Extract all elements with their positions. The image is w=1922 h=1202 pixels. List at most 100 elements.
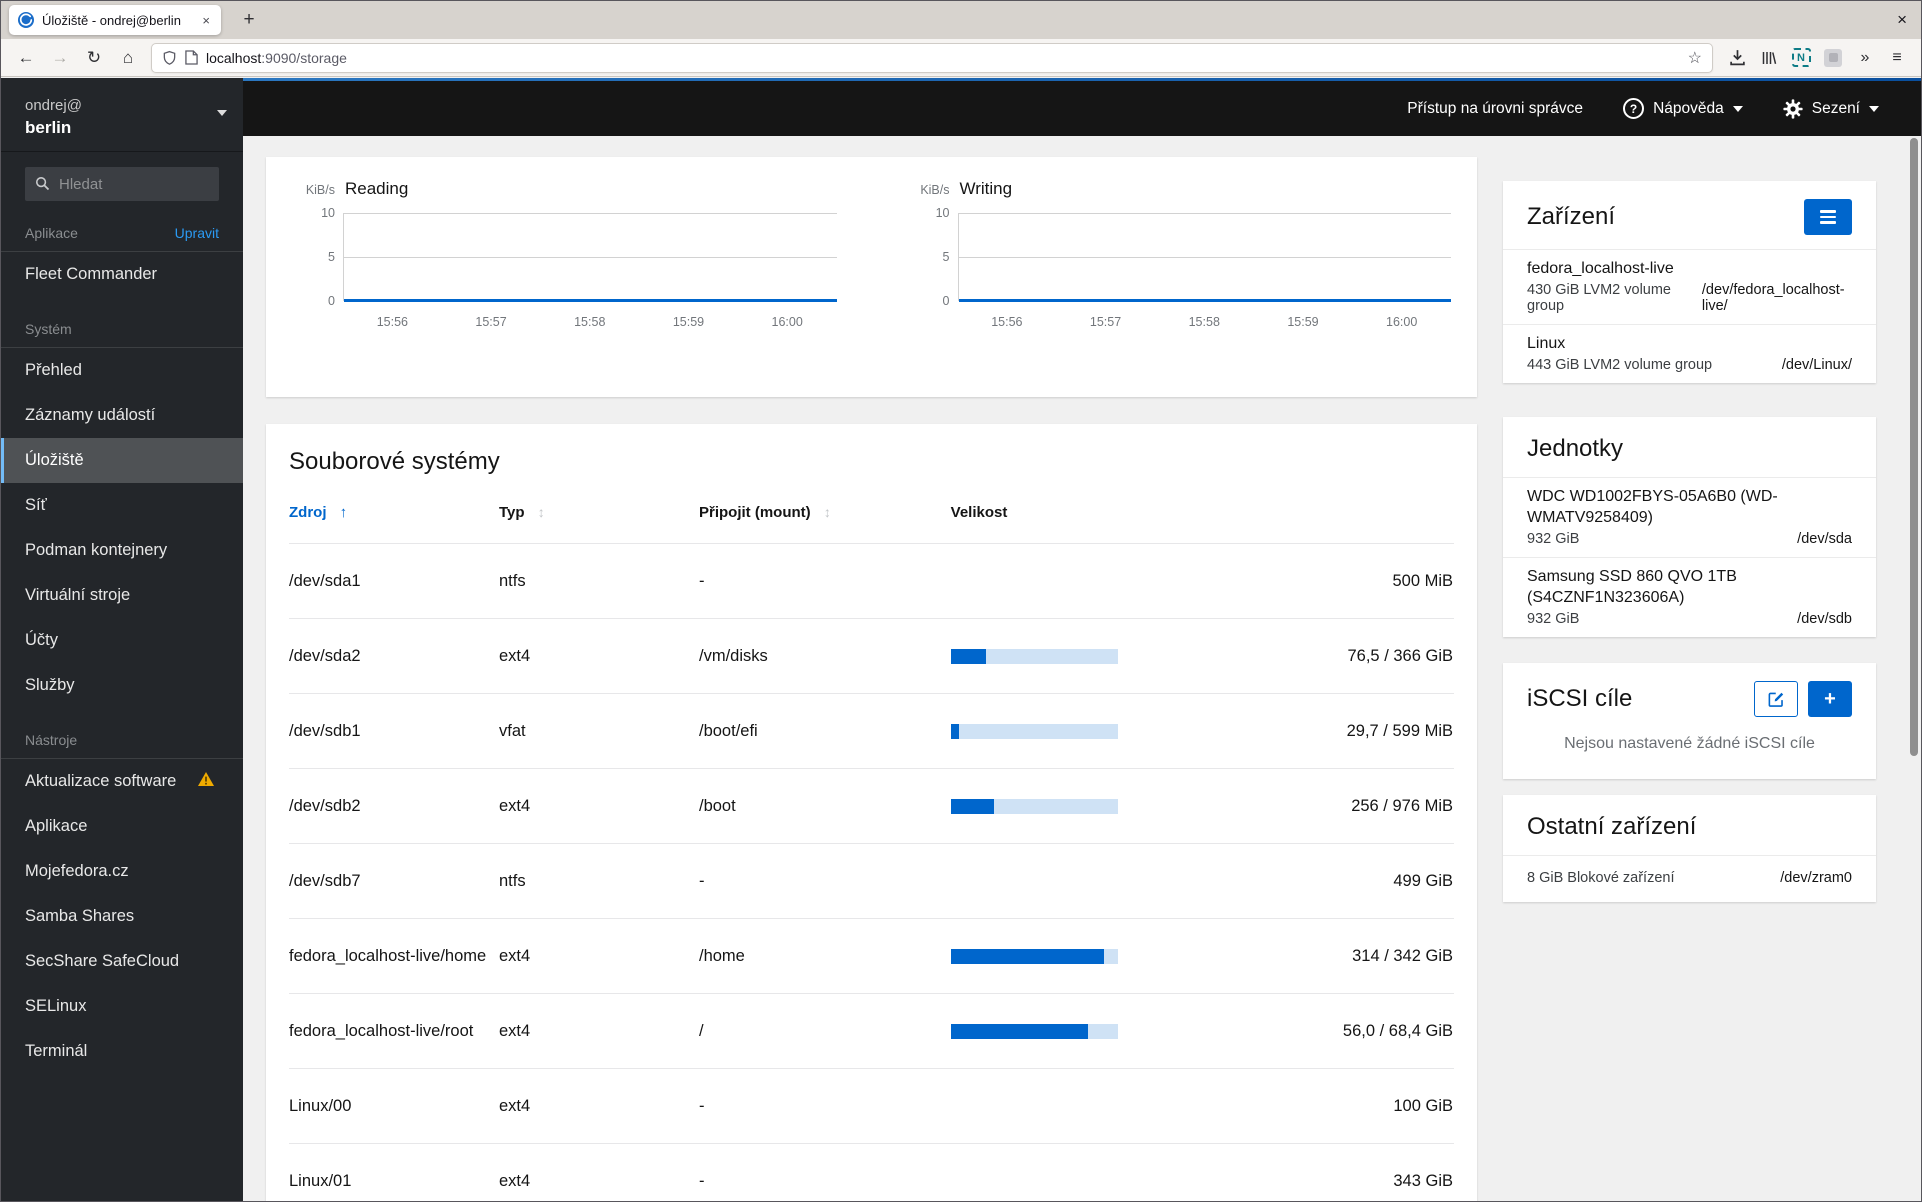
list-item[interactable]: 8 GiB Blokové zařízení /dev/zram0 [1503,855,1876,902]
filesystems-table-body: /dev/sda1 ntfs - 500 MiB /dev/sda2 ext4 … [289,543,1454,1201]
sidebar-item[interactable]: SecShare SafeCloud [1,939,243,984]
library-icon[interactable] [1755,44,1783,72]
nav-section: Systém Přehled Záznamy událostí Úložiště… [1,313,243,708]
edit-applications-link[interactable]: Upravit [175,225,219,241]
fs-source-cell: Linux/01 [289,1171,352,1190]
forward-icon[interactable]: → [45,43,75,73]
table-row[interactable]: /dev/sdb7 ntfs - 499 GiB [289,843,1454,919]
sidebar-item[interactable]: Mojefedora.cz [1,849,243,894]
device-path: /dev/zram0 [1780,870,1852,886]
gridline [344,213,837,214]
scrollbar-thumb[interactable] [1910,138,1918,756]
column-header[interactable]: Velikost [951,478,1454,544]
url-text[interactable]: localhost:9090/storage [206,50,1680,66]
table-row[interactable]: /dev/sdb1 vfat /boot/efi 29,7 / 599 MiB [289,693,1454,769]
sidebar-item[interactable]: Fleet Commander [1,252,243,297]
table-row[interactable]: Linux/01 ext4 - 343 GiB [289,1143,1454,1201]
devices-card-header: Zařízení [1503,181,1876,249]
download-icon[interactable] [1723,44,1751,72]
filesystems-card: Souborové systémy Zdroj ↑ Typ ↕ Připojit… [266,424,1477,1201]
scrollbar-track[interactable] [1908,136,1921,1201]
table-row[interactable]: /dev/sda2 ext4 /vm/disks 76,5 / 366 GiB [289,618,1454,694]
table-row[interactable]: fedora_localhost-live/root ext4 / 56,0 /… [289,993,1454,1069]
tab-close-icon[interactable]: × [200,13,212,28]
host-switcher[interactable]: ondrej@ berlin [1,78,243,152]
gear-icon [1783,98,1803,119]
usage-bar-fill [950,798,995,814]
list-item[interactable]: WDC WD1002FBYS-05A6B0 (WD-WMATV9258409) … [1503,477,1876,557]
column-header[interactable]: Zdroj ↑ [289,478,499,544]
list-item[interactable]: fedora_localhost-live 430 GiB LVM2 volum… [1503,249,1876,324]
list-item[interactable]: Linux 443 GiB LVM2 volume group /dev/Lin… [1503,324,1876,383]
fs-type-cell: vfat [499,721,526,740]
table-row[interactable]: Linux/00 ext4 - 100 GiB [289,1068,1454,1144]
iscsi-add-button[interactable]: + [1808,681,1852,717]
sidebar-item[interactable]: Aplikace [1,804,243,849]
fs-size-cell: 343 GiB [1393,1171,1453,1190]
url-path: :9090/storage [261,49,347,66]
fs-type-cell: ext4 [499,1096,531,1115]
session-menu[interactable]: Sezení [1783,98,1879,119]
fs-usage-cell [951,1069,1203,1144]
x-axis: 15:56 15:57 15:58 15:59 16:00 [907,315,1452,329]
column-header[interactable]: Typ ↕ [499,478,699,544]
toolbar-overflow-icon[interactable]: » [1851,44,1879,72]
noscript-extension-icon[interactable]: N [1787,44,1815,72]
back-icon[interactable]: ← [11,43,41,73]
page-info-icon[interactable] [185,50,198,65]
device-path: /dev/Linux/ [1781,357,1852,373]
window-close-icon[interactable]: × [1893,10,1911,30]
filesystems-header-row: Zdroj ↑ Typ ↕ Připojit (mount) ↕ Velikos… [289,478,1454,544]
fs-type-cell: ext4 [499,1171,531,1190]
sidebar-item[interactable]: Přehled [1,348,243,393]
caret-down-icon [1732,105,1743,112]
sidebar-item[interactable]: SELinux [1,984,243,1029]
sidebar-item[interactable]: Síť [1,483,243,528]
extension-icon[interactable] [1819,44,1847,72]
caret-down-icon [1869,105,1879,112]
iscsi-card: iSCSI cíle + Nejsou nastavené žádné iSCS… [1503,663,1876,779]
usage-bar-fill [950,1023,1088,1039]
chart-unit-label: KiB/s [305,183,335,197]
column-header[interactable]: Připojit (mount) ↕ [699,478,951,544]
sort-ascending-icon[interactable]: ↑ [340,504,348,521]
bookmark-star-icon[interactable]: ☆ [1688,48,1702,68]
new-tab-button[interactable]: + [235,6,263,34]
sidebar-item[interactable]: Virtuální stroje [1,573,243,618]
sort-toggle-icon[interactable]: ↕ [538,504,545,520]
sidebar-item[interactable]: Účty [1,618,243,663]
sort-toggle-icon[interactable]: ↕ [824,504,831,520]
iscsi-empty-state: Nejsou nastavené žádné iSCSI cíle [1564,735,1815,752]
sidebar-item[interactable]: Samba Shares [1,894,243,939]
iscsi-edit-button[interactable] [1754,681,1798,717]
shield-icon[interactable] [162,50,177,66]
fs-type-cell: ext4 [499,796,531,815]
browser-window: Úložiště - ondrej@berlin × + × ← → ↻ ⌂ l… [0,0,1922,1202]
table-row[interactable]: /dev/sdb2 ext4 /boot 256 / 976 MiB [289,768,1454,844]
fs-size-cell: 100 GiB [1393,1096,1453,1115]
nav-section: Nástroje Aktualizace software Aplikace M… [1,724,243,1074]
sidebar-item[interactable]: Záznamy událostí [1,393,243,438]
browser-tab[interactable]: Úložiště - ondrej@berlin × [9,5,221,35]
url-bar[interactable]: localhost:9090/storage ☆ [151,42,1713,73]
drive-size: 932 GiB [1527,531,1580,547]
sidebar-item-label: Záznamy událostí [25,406,156,424]
home-icon[interactable]: ⌂ [113,43,143,73]
sidebar-item[interactable]: Aktualizace software [1,759,243,804]
drive-path: /dev/sdb [1797,611,1852,627]
column-label: Připojit (mount) [699,504,811,521]
search-input[interactable] [25,167,219,201]
sidebar-item[interactable]: Podman kontejnery [1,528,243,573]
browser-tab-bar: Úložiště - ondrej@berlin × + × [1,1,1921,39]
reload-icon[interactable]: ↻ [79,43,109,73]
table-row[interactable]: /dev/sda1 ntfs - 500 MiB [289,543,1454,619]
menu-hamburger-icon[interactable]: ≡ [1883,44,1911,72]
admin-access-button[interactable]: Přístup na úrovni správce [1407,100,1583,118]
sidebar-item[interactable]: Terminál [1,1029,243,1074]
devices-menu-button[interactable] [1804,199,1852,235]
help-menu[interactable]: ? Nápověda [1623,98,1743,119]
table-row[interactable]: fedora_localhost-live/home ext4 /home 31… [289,918,1454,994]
sidebar-item[interactable]: Úložiště [1,438,243,483]
list-item[interactable]: Samsung SSD 860 QVO 1TB (S4CZNF1N323606A… [1503,557,1876,637]
sidebar-item[interactable]: Služby [1,663,243,708]
